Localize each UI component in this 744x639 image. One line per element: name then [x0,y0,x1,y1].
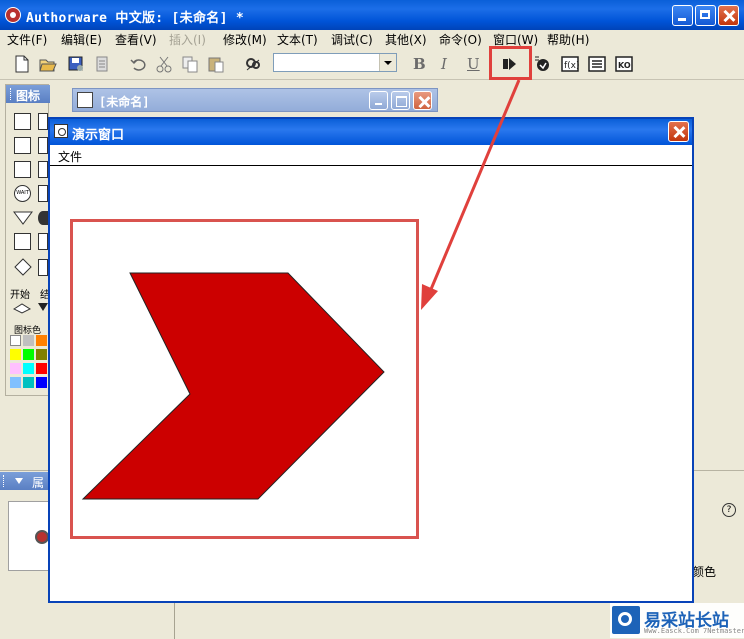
menu-file[interactable]: 文件(F) [7,31,47,48]
color-swatch[interactable] [10,363,21,374]
menu-text[interactable]: 文本(T) [277,31,318,48]
shape-highlight-box [70,219,419,539]
flowline-icon [77,92,93,108]
wait-icon[interactable]: WAIT [14,185,31,202]
color-swatch[interactable] [23,363,34,374]
menu-xtras[interactable]: 其他(X) [385,31,427,48]
chevron-down-icon[interactable] [379,54,396,71]
underline-button[interactable]: U [467,55,480,73]
italic-button[interactable]: I [441,55,447,73]
sound-icon[interactable] [12,257,34,280]
presentation-window-icon [54,124,68,138]
color-swatch[interactable] [23,349,34,360]
watermark: 易采站长站 Www.Easck.Com 7Netmaster [610,603,744,638]
video-icon[interactable] [38,259,48,276]
authorware-app-icon[interactable] [5,7,21,23]
display-icon[interactable] [14,113,31,130]
presentation-title: 演示窗口 [72,128,125,143]
color-swatch[interactable] [36,335,47,346]
color-swatch[interactable] [36,377,47,388]
color-swatch[interactable] [10,377,21,388]
grip-icon[interactable] [10,88,13,100]
document-maximize-button[interactable] [391,91,410,110]
maximize-button[interactable] [695,5,716,26]
color-swatch[interactable] [10,335,21,346]
color-swatch[interactable] [36,349,47,360]
erase-icon[interactable] [14,137,31,154]
decision-icon[interactable] [38,185,48,202]
color-swatch[interactable] [23,335,34,346]
cut-icon[interactable] [154,54,174,74]
menu-commands[interactable]: 命令(O) [439,31,482,48]
find-icon[interactable] [243,54,263,74]
knowledge-objects-icon[interactable]: KO [614,54,634,74]
menu-help[interactable]: 帮助(H) [547,31,589,48]
color-swatch[interactable] [10,349,21,360]
calculation-icon[interactable] [38,211,48,225]
navigate-icon[interactable] [14,161,31,178]
document-minimize-button[interactable] [369,91,388,110]
properties-panel-title: 属 [32,476,45,490]
start-flag-icon[interactable] [12,301,32,318]
svg-text:KO: KO [618,61,631,70]
menu-view[interactable]: 查看(V) [115,31,157,48]
copy-icon[interactable] [180,54,200,74]
document-close-button[interactable] [413,91,432,110]
document-window-title: [未命名] [99,95,150,109]
palette-header[interactable]: 图标 [6,85,50,103]
color-swatch[interactable] [36,363,47,374]
icon-palette: 图标 WAIT 开始 结 图标色 [5,84,50,396]
import-icon[interactable] [92,54,112,74]
presentation-title-bar[interactable]: 演示窗口 [50,119,692,145]
menu-edit[interactable]: 编辑(E) [61,31,102,48]
document-window-title-bar[interactable]: [未命名] [72,88,438,112]
menu-modify[interactable]: 修改(M) [223,31,267,48]
palette-title: 图标 [16,89,41,103]
menu-insert[interactable]: 插入(I) [169,31,206,48]
main-title-bar[interactable]: Authorware 中文版: [未命名] * [0,0,744,30]
properties-panel-header[interactable]: 属 [0,472,52,490]
text-style-dropdown[interactable] [273,53,397,72]
motion-icon[interactable] [38,113,48,130]
undo-icon[interactable] [128,54,148,74]
interaction-icon[interactable] [12,209,34,230]
color-swatch[interactable] [23,377,34,388]
stop-flag-icon[interactable] [38,303,48,311]
new-file-icon[interactable] [12,54,32,74]
site-logo-icon [612,606,640,634]
movie-icon[interactable] [38,233,48,250]
close-button[interactable] [718,5,739,26]
presentation-menu-file[interactable]: 文件 [58,148,82,165]
control-panel-icon[interactable] [532,54,552,74]
bold-button[interactable]: B [413,55,426,73]
open-file-icon[interactable] [38,54,58,74]
color-label: 颜色 [692,565,717,579]
watermark-subtext: Www.Easck.Com 7Netmaster [644,627,744,635]
help-button[interactable]: ? [722,503,736,517]
paste-icon[interactable] [206,54,226,74]
grip-icon[interactable] [3,475,6,487]
menu-bar: 文件(F) 编辑(E) 查看(V) 插入(I) 修改(M) 文本(T) 调试(C… [0,30,744,48]
presentation-menu-bar: 文件 [50,145,692,166]
functions-icon[interactable]: f(x) [560,54,580,74]
menu-control[interactable]: 调试(C) [331,31,373,48]
panel-divider [174,599,175,639]
save-all-icon[interactable] [66,54,86,74]
map-icon[interactable] [14,233,31,250]
presentation-close-button[interactable] [668,121,689,142]
minimize-button[interactable] [672,5,693,26]
window-title: Authorware 中文版: [未命名] * [26,11,244,26]
icon-color-swatches [10,335,48,391]
wait-icon-b[interactable] [38,137,48,154]
start-flag-label: 开始 [10,290,30,301]
variables-icon[interactable] [587,54,607,74]
framework-icon[interactable] [38,161,48,178]
authorware-app-icon [35,530,49,544]
run-button-highlight [489,46,532,80]
collapse-arrow-icon[interactable] [15,478,23,484]
svg-text:f(x): f(x) [564,61,580,71]
